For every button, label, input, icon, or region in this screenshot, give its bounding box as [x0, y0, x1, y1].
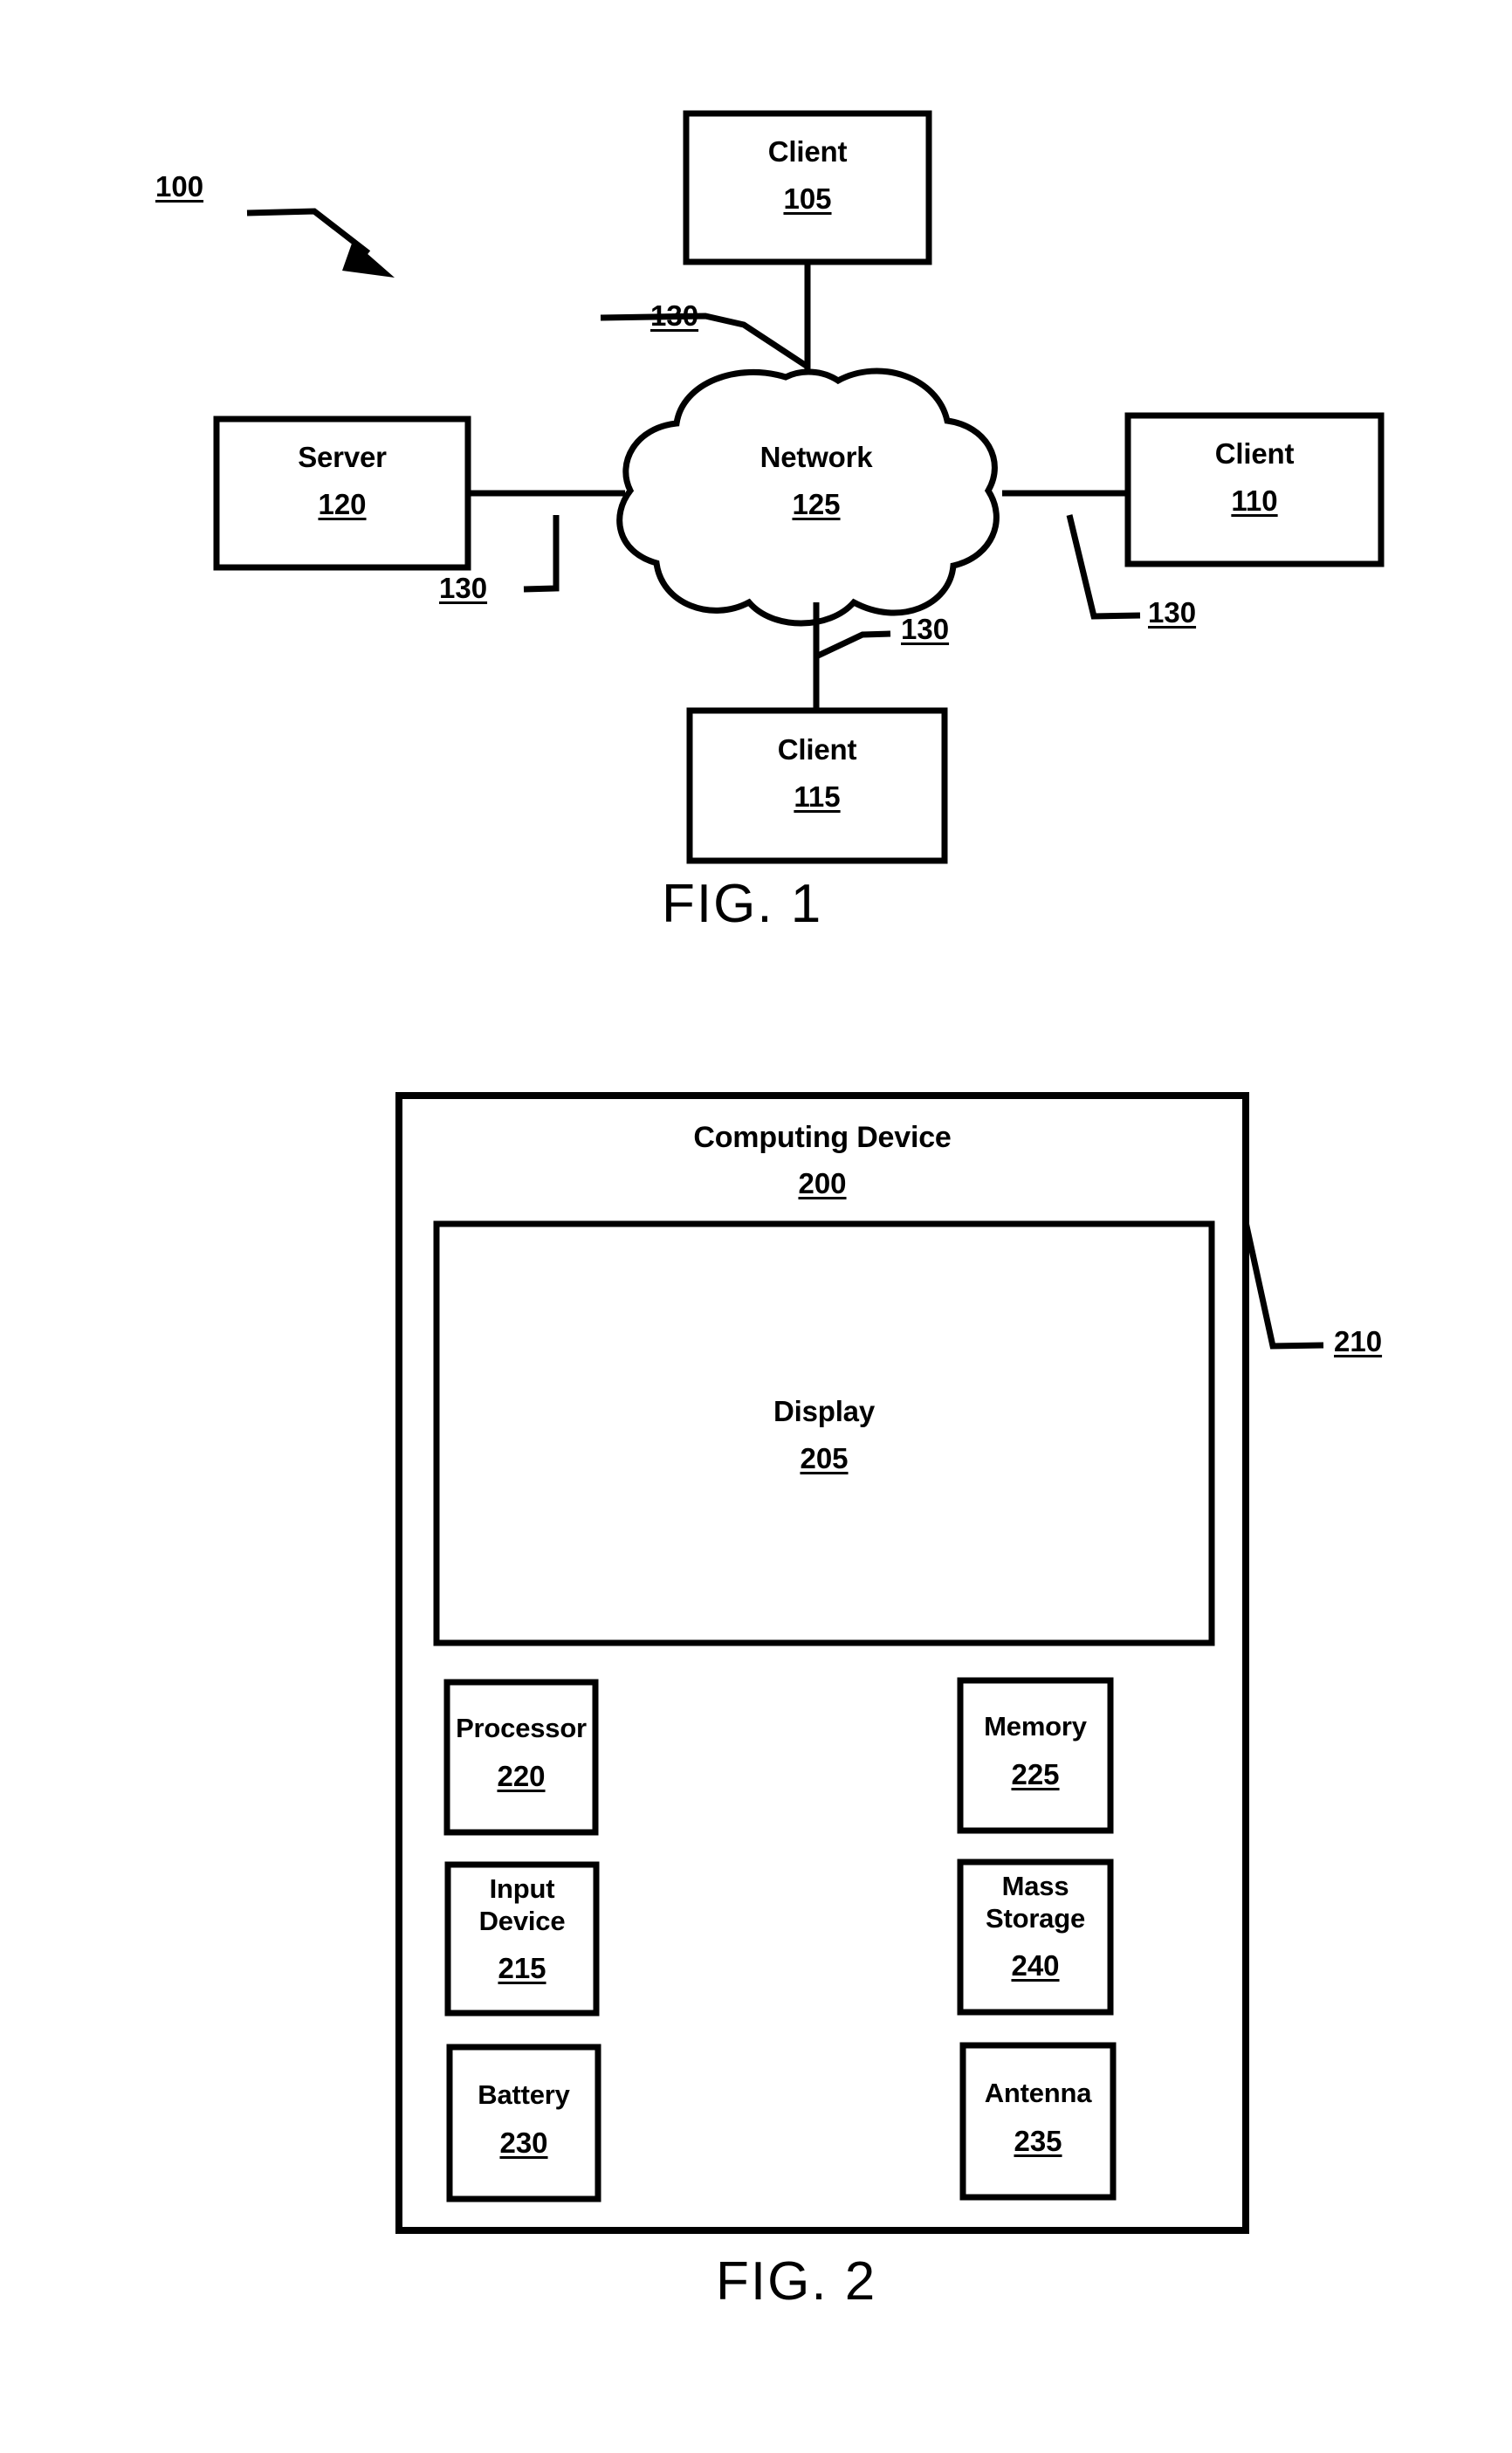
link-ref-130-bottom: 130	[901, 613, 950, 645]
input-device-215-number: 215	[498, 1952, 546, 1984]
memory-225-box	[957, 1677, 1114, 1834]
mass-storage-240-number: 240	[1011, 1949, 1060, 1982]
battery-230-number: 230	[499, 2127, 548, 2159]
client-110-label: Client	[1214, 437, 1295, 470]
figure-2-group	[395, 1092, 1324, 2234]
server-120-label: Server	[298, 441, 387, 473]
display-205-box	[433, 1220, 1215, 1646]
system-ref-100: 100	[155, 170, 204, 203]
display-205-label: Display	[773, 1395, 875, 1427]
memory-225-number: 225	[1011, 1758, 1060, 1790]
system-ref-leader-100	[246, 208, 395, 278]
network-125-label: Network	[759, 441, 873, 473]
input-device-215-label: Input Device	[478, 1873, 566, 1936]
leader-130-bottom	[814, 630, 891, 660]
figure-1-caption: FIG. 1	[662, 874, 823, 934]
leader-130-top	[600, 313, 809, 369]
battery-230-box	[446, 2044, 601, 2202]
client-115-label: Client	[777, 733, 857, 766]
housing-ref-210: 210	[1334, 1325, 1383, 1357]
mass-storage-240-label: Mass Storage	[985, 1871, 1086, 1934]
client-115-number: 115	[794, 780, 841, 813]
leader-130-server	[523, 515, 560, 593]
network-125-number: 125	[792, 488, 841, 520]
client-105-label: Client	[767, 135, 848, 168]
computing-device-number: 200	[798, 1167, 847, 1199]
processor-220-number: 220	[497, 1760, 546, 1792]
leader-210	[1242, 1221, 1324, 1350]
battery-230-label: Battery	[478, 2079, 570, 2110]
computing-device-label: Computing Device	[693, 1121, 952, 1154]
antenna-235-box	[959, 2042, 1117, 2201]
link-ref-130-top: 130	[650, 299, 699, 332]
client-105-number: 105	[783, 182, 832, 215]
server-120-number: 120	[318, 488, 367, 520]
memory-225-label: Memory	[984, 1711, 1087, 1742]
display-205-number: 205	[800, 1442, 849, 1474]
link-ref-130-server: 130	[439, 572, 488, 604]
figure-vector-layer	[213, 110, 1385, 2234]
processor-220-box	[443, 1679, 599, 1836]
patent-drawing-sheet: 100 Client 105 Server 120 Network 125 Cl…	[0, 0, 1512, 2453]
leader-130-right	[1066, 514, 1141, 620]
link-ref-130-right: 130	[1148, 596, 1197, 629]
processor-220-label: Processor	[456, 1713, 587, 1743]
antenna-235-number: 235	[1014, 2125, 1062, 2157]
client-110-number: 110	[1231, 484, 1278, 517]
figure-2-caption: FIG. 2	[716, 2251, 877, 2312]
antenna-235-label: Antenna	[984, 2078, 1092, 2108]
computing-device-housing	[395, 1092, 1249, 2234]
